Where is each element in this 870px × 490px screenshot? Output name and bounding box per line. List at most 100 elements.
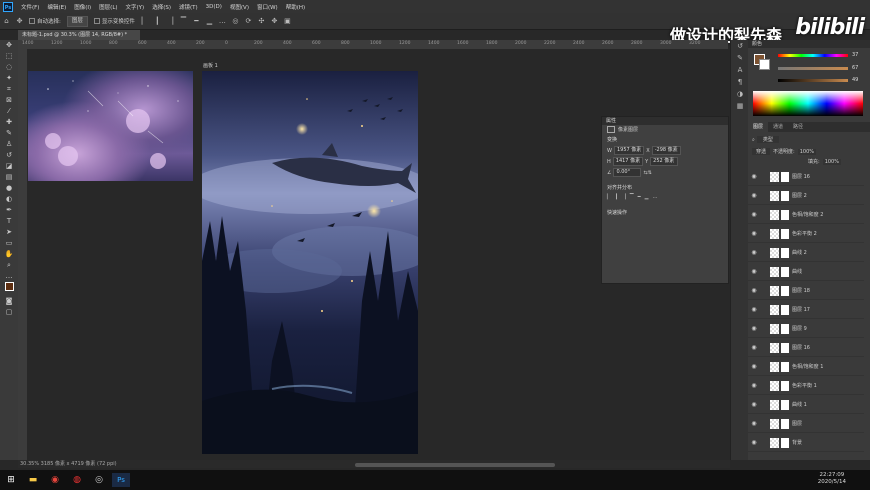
tab-channels[interactable]: 通道 (768, 122, 788, 132)
pen-tool-icon[interactable]: ✒ (0, 205, 18, 216)
align-center-icon[interactable]: ┃ (153, 17, 162, 26)
align-bottom-icon[interactable]: ▁ (205, 17, 214, 26)
opacity-field[interactable]: 100% (797, 148, 816, 155)
layer-row[interactable]: ◉ 图层 9 (748, 320, 864, 338)
brush-tool-icon[interactable]: ✎ (0, 128, 18, 139)
windows-start-icon[interactable]: ⊞ (2, 473, 20, 487)
visibility-eye-icon[interactable]: ◉ (748, 249, 760, 256)
saturation-slider[interactable] (778, 67, 848, 70)
align-right-edges-icon[interactable]: ▕ (622, 194, 626, 200)
brush-settings-icon[interactable]: ✎ (731, 52, 749, 64)
visibility-eye-icon[interactable]: ◉ (748, 192, 760, 199)
quick-mask-icon[interactable]: ◙ (0, 296, 18, 307)
align-right-icon[interactable]: ▕ (166, 17, 175, 26)
home-icon[interactable]: ⌂ (2, 17, 11, 26)
media-player-icon[interactable]: ◎ (90, 473, 108, 487)
3d-scale-icon[interactable]: ▣ (283, 17, 292, 26)
visibility-eye-icon[interactable]: ◉ (748, 287, 760, 294)
background-color-swatch[interactable] (759, 59, 770, 70)
visibility-eye-icon[interactable]: ◉ (748, 439, 760, 446)
path-select-icon[interactable]: ➤ (0, 227, 18, 238)
layer-row[interactable]: ◉ 色相/饱和度 1 (748, 358, 864, 376)
visibility-eye-icon[interactable]: ◉ (748, 306, 760, 313)
menu-help[interactable]: 帮助(H) (282, 3, 309, 11)
layer-row[interactable]: ◉ 图层 16 (748, 168, 864, 186)
menu-view[interactable]: 视图(V) (226, 3, 253, 11)
menu-image[interactable]: 图像(I) (70, 3, 95, 11)
auto-select-dropdown[interactable]: 图层 (66, 15, 88, 27)
auto-select-checkbox[interactable]: 自动选择: (29, 17, 61, 25)
blend-mode-dropdown[interactable]: 穿透 (752, 148, 771, 155)
tab-paths[interactable]: 路径 (788, 122, 808, 132)
menu-select[interactable]: 选择(S) (148, 3, 175, 11)
align-bottom-edges-icon[interactable]: ▁ (645, 194, 649, 200)
brightness-slider[interactable] (778, 79, 848, 82)
layer-row[interactable]: ◉ 图层 18 (748, 282, 864, 300)
dodge-tool-icon[interactable]: ◐ (0, 194, 18, 205)
saturation-value[interactable]: 67 (852, 65, 858, 71)
align-top-edges-icon[interactable]: ▔ (630, 194, 634, 200)
pixel-layer-icon[interactable] (607, 126, 615, 133)
align-h-centers-icon[interactable]: ┃ (615, 194, 618, 200)
lasso-tool-icon[interactable]: ◌ (0, 62, 18, 73)
height-field[interactable]: 1417 像素 (612, 157, 644, 166)
chrome-icon[interactable]: ◉ (46, 473, 64, 487)
layer-row[interactable]: ◉ 图层 2 (748, 187, 864, 205)
photoshop-taskbar-icon[interactable]: Ps (112, 473, 130, 487)
x-field[interactable]: -298 像素 (651, 146, 681, 155)
align-left-edges-icon[interactable]: ▏ (607, 194, 611, 200)
3d-slide-icon[interactable]: ✥ (270, 17, 279, 26)
character-icon[interactable]: A (731, 64, 749, 76)
hue-slider[interactable] (778, 54, 848, 57)
menu-file[interactable]: 文件(F) (17, 3, 43, 11)
menu-edit[interactable]: 编辑(E) (43, 3, 70, 11)
marquee-tool-icon[interactable]: ⬚ (0, 51, 18, 62)
menu-type[interactable]: 文字(Y) (122, 3, 149, 11)
clone-stamp-icon[interactable]: ♙ (0, 139, 18, 150)
align-section-label[interactable]: 对齐并分布 (602, 182, 728, 193)
adjustments-icon[interactable]: ◑ (731, 88, 749, 100)
3d-pan-icon[interactable]: ✣ (257, 17, 266, 26)
file-explorer-icon[interactable]: ▬ (24, 473, 42, 487)
blur-tool-icon[interactable]: ● (0, 183, 18, 194)
layer-row[interactable]: ◉ 背景 (748, 434, 864, 452)
healing-brush-icon[interactable]: ✚ (0, 117, 18, 128)
width-field[interactable]: 1957 像素 (613, 146, 645, 155)
visibility-eye-icon[interactable]: ◉ (748, 211, 760, 218)
3d-mode-icon[interactable]: ◎ (231, 17, 240, 26)
layer-row[interactable]: ◉ 曲线 (748, 263, 864, 281)
flip-vertical-icon[interactable]: ⇅ (648, 170, 652, 176)
netease-music-icon[interactable]: ◍ (68, 473, 86, 487)
visibility-eye-icon[interactable]: ◉ (748, 230, 760, 237)
frame-tool-icon[interactable]: ⊠ (0, 95, 18, 106)
align-v-centers-icon[interactable]: ━ (638, 194, 641, 200)
layer-row[interactable]: ◉ 曲线 1 (748, 396, 864, 414)
layer-row[interactable]: ◉ 图层 17 (748, 301, 864, 319)
show-transform-checkbox[interactable]: 显示变换控件 (93, 17, 135, 25)
layer-row[interactable]: ◉ 色相/饱和度 2 (748, 206, 864, 224)
history-icon[interactable]: ↺ (731, 40, 749, 52)
visibility-eye-icon[interactable]: ◉ (748, 344, 760, 351)
layer-row[interactable]: ◉ 图层 16 (748, 339, 864, 357)
visibility-eye-icon[interactable]: ◉ (748, 420, 760, 427)
eyedropper-icon[interactable]: ⁄ (0, 106, 18, 117)
reference-image[interactable] (28, 71, 193, 181)
visibility-eye-icon[interactable]: ◉ (748, 401, 760, 408)
color-swatches-icon[interactable] (0, 282, 18, 296)
quick-actions-label[interactable]: 快速操作 (602, 207, 728, 218)
more-align-icon[interactable]: … (652, 194, 657, 200)
layer-row[interactable]: ◉ 图层 (748, 415, 864, 433)
document-tab[interactable]: 未标题-1.psd @ 30.3% (图层 14, RGB/8#) * (18, 30, 140, 40)
paragraph-icon[interactable]: ¶ (731, 76, 749, 88)
menu-3d[interactable]: 3D(D) (202, 4, 226, 10)
brightness-value[interactable]: 49 (852, 77, 858, 83)
history-brush-icon[interactable]: ↺ (0, 150, 18, 161)
menu-window[interactable]: 窗口(W) (253, 3, 282, 11)
align-left-icon[interactable]: ▏ (140, 17, 149, 26)
visibility-eye-icon[interactable]: ◉ (748, 173, 760, 180)
artboard-label[interactable]: 画板 1 (203, 62, 218, 69)
pixel-layer-tab[interactable]: 像素图层 (618, 126, 638, 133)
more-options-icon[interactable]: … (218, 17, 227, 26)
visibility-eye-icon[interactable]: ◉ (748, 382, 760, 389)
type-tool-icon[interactable]: T (0, 216, 18, 227)
